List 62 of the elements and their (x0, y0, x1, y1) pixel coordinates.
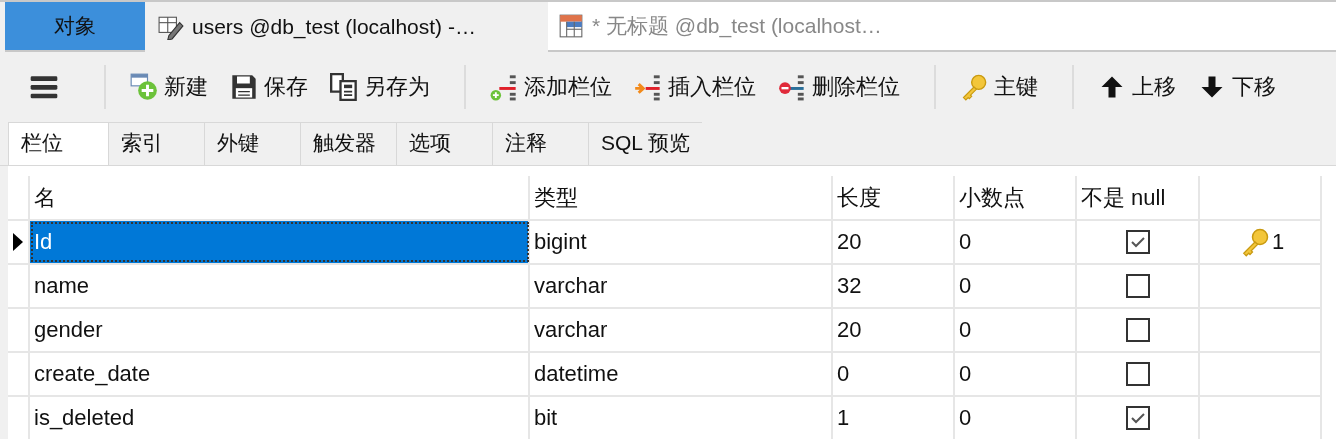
table-row[interactable]: is_deleted bit 1 0 (8, 397, 1322, 439)
column-header[interactable]: 小数点 (955, 176, 1077, 219)
checkbox[interactable] (1125, 230, 1150, 254)
add-column-icon (490, 73, 518, 101)
toolbar-button[interactable]: 插入栏位 (634, 68, 756, 106)
column-header[interactable]: 长度 (833, 176, 955, 219)
checkbox[interactable] (1125, 318, 1150, 342)
table-cell: 0 (833, 353, 955, 395)
table-cell: 0 (955, 221, 1077, 263)
toolbar-button[interactable]: 添加栏位 (490, 68, 612, 106)
designer-tab[interactable]: 触发器 (300, 122, 396, 165)
table-cell: create_date (30, 353, 530, 395)
delete-column-icon (778, 73, 806, 101)
toolbar-button[interactable]: 主键 (960, 68, 1038, 106)
table-pencil-icon (158, 14, 184, 40)
table-row[interactable]: gender varchar 20 0 (8, 309, 1322, 353)
designer-tab[interactable]: 索引 (108, 122, 204, 165)
table-cell: 0 (955, 309, 1077, 351)
key-icon (960, 73, 988, 101)
window-tab[interactable]: 对象 (5, 2, 145, 52)
column-header[interactable]: 不是 null (1077, 176, 1200, 219)
table-cell: 0 (955, 397, 1077, 439)
column-header[interactable]: 名 (30, 176, 530, 219)
window-tab[interactable]: * 无标题 @db_test (localhost… (548, 2, 1336, 52)
table-cell: 20 (833, 309, 955, 351)
table-cell: is_deleted (30, 397, 530, 439)
toolbar-button[interactable]: 上移 (1098, 68, 1176, 106)
toolbar-button[interactable]: 保存 (230, 68, 308, 106)
designer-tab[interactable]: SQL 预览 (588, 122, 703, 165)
insert-column-icon (634, 73, 662, 101)
toolbar-button[interactable]: 新建 (130, 68, 208, 106)
documents-icon (330, 73, 358, 101)
designer-tab[interactable]: 外键 (204, 122, 300, 165)
table-cell: bigint (530, 221, 833, 263)
table-cell: varchar (530, 265, 833, 307)
designer-tab[interactable]: 选项 (396, 122, 492, 165)
designer-tab[interactable]: 注释 (492, 122, 588, 165)
column-header[interactable]: 类型 (530, 176, 833, 219)
table-cell: name (30, 265, 530, 307)
table-cell: bit (530, 397, 833, 439)
table-cell: varchar (530, 309, 833, 351)
table-cell: Id (30, 221, 530, 263)
toolbar-button[interactable]: 下移 (1198, 68, 1276, 106)
designer-tab[interactable]: 栏位 (8, 122, 108, 165)
checkbox[interactable] (1125, 406, 1150, 430)
table-row[interactable]: name varchar 32 0 (8, 265, 1322, 309)
table-row[interactable]: Id bigint 20 0 1 (8, 221, 1322, 265)
checkbox[interactable] (1125, 362, 1150, 386)
toolbar-button[interactable]: 删除栏位 (778, 68, 900, 106)
table-cell: datetime (530, 353, 833, 395)
table-cell: 32 (833, 265, 955, 307)
table-cell: 0 (955, 265, 1077, 307)
table-cell: 20 (833, 221, 955, 263)
checkbox[interactable] (1125, 274, 1150, 298)
table-cell: gender (30, 309, 530, 351)
table-cell: 0 (955, 353, 1077, 395)
table-plus-icon (130, 73, 158, 101)
toolbar-button[interactable]: 另存为 (330, 68, 430, 106)
table-cell: 1 (833, 397, 955, 439)
key-order: 1 (1271, 229, 1285, 255)
table-icon (558, 13, 584, 39)
table-row[interactable]: create_date datetime 0 0 (8, 353, 1322, 397)
